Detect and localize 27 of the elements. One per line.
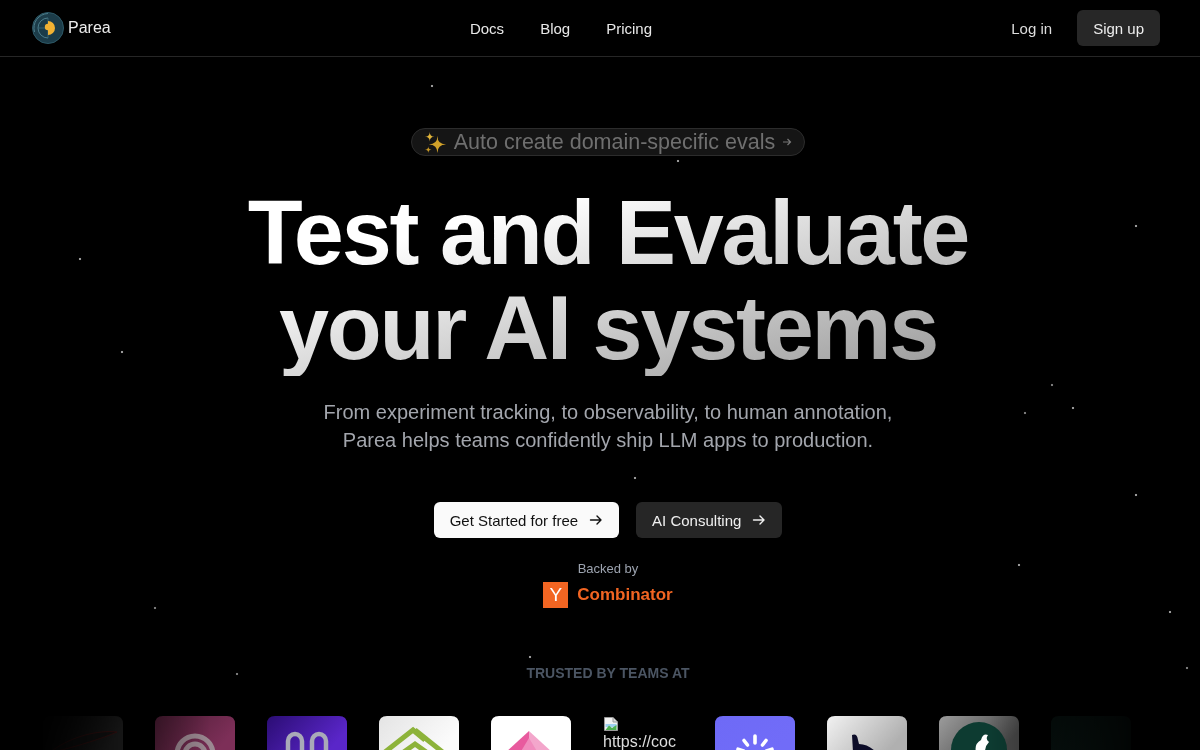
- arrow-right-icon: [752, 513, 767, 527]
- nav-link[interactable]: Pricing: [606, 19, 652, 37]
- image-alt-text: https://coc: [603, 732, 676, 750]
- cta-button[interactable]: AI Consulting: [636, 502, 783, 538]
- announcement-link[interactable]: Auto create domain-specific evals: [410, 128, 806, 156]
- backed-by-label: Backed by: [577, 561, 639, 577]
- arrow-right-icon: [782, 137, 793, 147]
- backer-logo-tile: Y: [543, 582, 569, 608]
- cta-button[interactable]: Get Started for free: [433, 502, 620, 538]
- nav-link[interactable]: Docs: [469, 19, 505, 37]
- broken-image-icon: [603, 716, 619, 732]
- backer-wordmark: Combinator: [577, 585, 673, 605]
- bird-logo-icon: [939, 716, 1019, 750]
- login-link[interactable]: Log in: [1011, 19, 1053, 37]
- sunburst-logo-icon: [715, 716, 795, 750]
- house-logo-icon: [379, 716, 459, 750]
- spiral-logo-icon[interactable]: [32, 12, 64, 44]
- loop-logo-icon: [155, 716, 235, 750]
- nav-link[interactable]: Blog: [540, 19, 571, 37]
- arrow-right-icon: [589, 513, 604, 527]
- curve-logo-icon: [827, 716, 907, 750]
- trusted-heading: TRUSTED BY TEAMS AT: [526, 664, 690, 683]
- arches-logo-icon: [267, 716, 347, 750]
- triangles-logo-icon: [491, 716, 571, 750]
- hero-description: From experiment tracking, to observability, to human annotation, Parea helps teams confidently ship LLM apps to production.: [322, 400, 894, 453]
- signup-button[interactable]: Sign up: [1077, 10, 1160, 46]
- brand-name[interactable]: Parea: [68, 19, 111, 37]
